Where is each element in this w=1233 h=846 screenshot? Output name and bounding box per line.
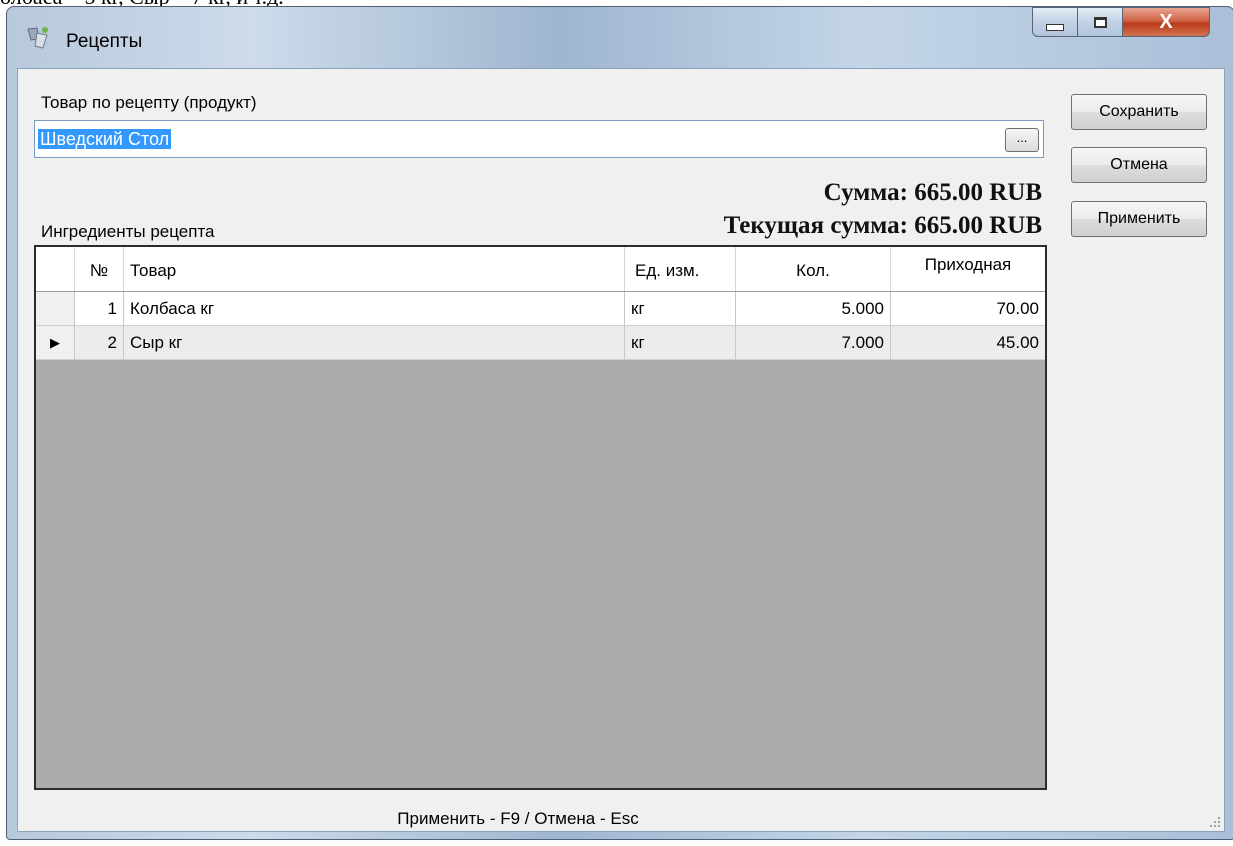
- product-label: Товар по рецепту (продукт): [41, 93, 257, 112]
- dialog-client-area: Товар по рецепту (продукт) Шведский Стол…: [17, 68, 1225, 832]
- row-selector[interactable]: [36, 292, 75, 325]
- window-title: Рецепты: [66, 31, 143, 52]
- product-field[interactable]: Шведский Стол ...: [34, 120, 1044, 158]
- current-sum-total: Текущая сумма: 665.00 RUB: [723, 212, 1042, 239]
- row-selector-header[interactable]: [36, 247, 75, 291]
- product-cell[interactable]: Сыр кг: [124, 326, 625, 359]
- recipe-app-icon: [27, 27, 48, 49]
- column-header-number[interactable]: №: [75, 247, 124, 291]
- column-header-incoming-price[interactable]: Приходная: [891, 247, 1045, 291]
- current-row-arrow-icon: ▶: [50, 334, 60, 350]
- product-field-value[interactable]: Шведский Стол: [38, 129, 172, 149]
- table-row[interactable]: ▶ 2 Сыр кг кг 7.000 45.00: [36, 326, 1045, 360]
- minimize-button[interactable]: [1032, 7, 1078, 37]
- title-bar[interactable]: Рецепты X: [7, 7, 1233, 67]
- quantity-cell[interactable]: 5.000: [736, 292, 891, 325]
- browse-product-button[interactable]: ...: [1005, 128, 1039, 152]
- minimize-icon: [1046, 23, 1064, 31]
- recipes-window: Рецепты X Товар по рецепту (продукт) Шве…: [6, 6, 1233, 840]
- apply-button[interactable]: Применить: [1071, 201, 1207, 237]
- unit-cell[interactable]: кг: [625, 326, 736, 359]
- column-header-unit[interactable]: Ед. изм.: [625, 247, 736, 291]
- price-cell[interactable]: 45.00: [891, 326, 1045, 359]
- resize-grip-icon[interactable]: [1207, 814, 1221, 828]
- column-header-product[interactable]: Товар: [124, 247, 625, 291]
- ingredients-label: Ингредиенты рецепта: [41, 222, 215, 241]
- unit-cell[interactable]: кг: [625, 292, 736, 325]
- close-button[interactable]: X: [1122, 7, 1210, 37]
- ingredients-grid[interactable]: № Товар Ед. изм. Кол. Приходная 1 Колбас…: [34, 245, 1047, 790]
- save-button[interactable]: Сохранить: [1071, 94, 1207, 130]
- sum-total: Сумма: 665.00 RUB: [823, 179, 1042, 206]
- hotkey-hint: Применить - F9 / Отмена - Esc: [397, 809, 639, 828]
- close-icon: X: [1159, 10, 1173, 33]
- maximize-icon: [1093, 16, 1107, 28]
- column-header-quantity[interactable]: Кол.: [736, 247, 891, 291]
- row-number-cell[interactable]: 2: [75, 326, 124, 359]
- product-cell[interactable]: Колбаса кг: [124, 292, 625, 325]
- maximize-button[interactable]: [1077, 7, 1123, 37]
- quantity-cell[interactable]: 7.000: [736, 326, 891, 359]
- grid-header-row: № Товар Ед. изм. Кол. Приходная: [36, 247, 1045, 292]
- row-number-cell[interactable]: 1: [75, 292, 124, 325]
- price-cell[interactable]: 70.00: [891, 292, 1045, 325]
- table-row[interactable]: 1 Колбаса кг кг 5.000 70.00: [36, 292, 1045, 326]
- cancel-button[interactable]: Отмена: [1071, 147, 1207, 183]
- row-selector[interactable]: ▶: [36, 326, 75, 359]
